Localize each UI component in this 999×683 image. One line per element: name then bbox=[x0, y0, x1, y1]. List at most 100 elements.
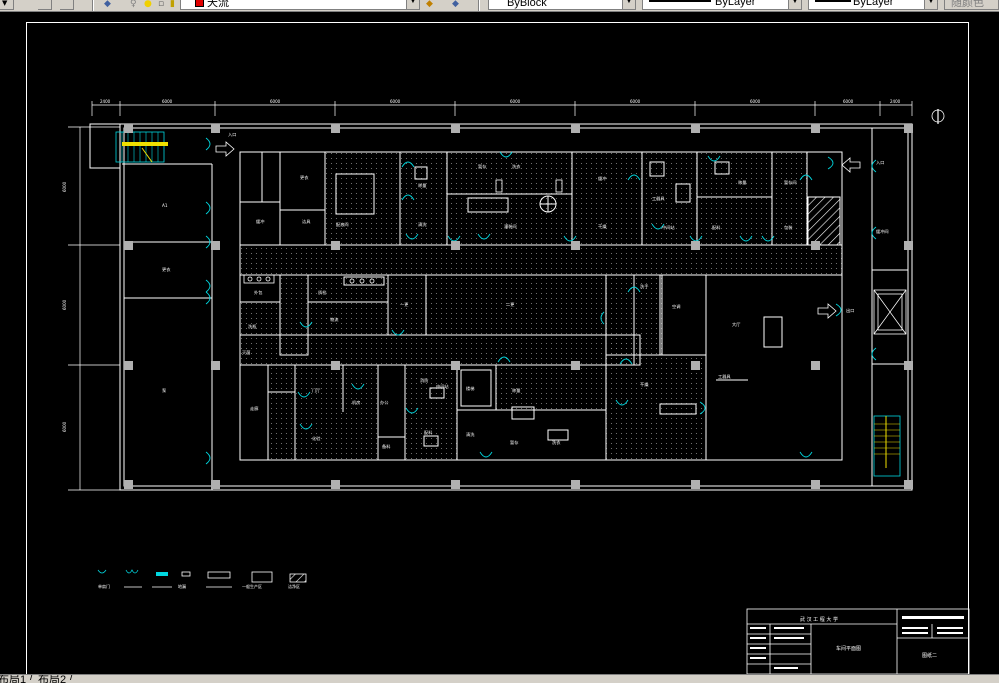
room-label: 洗瓶 bbox=[248, 323, 256, 330]
elevator-shaft bbox=[873, 289, 907, 335]
layer-previous-button[interactable] bbox=[60, 0, 74, 10]
room-label: 暂存间 bbox=[784, 179, 797, 186]
floor-plan: 2400 6000 6000 6000 6000 6000 6000 6000 … bbox=[62, 99, 970, 674]
lock-icon[interactable]: ▮ bbox=[170, 0, 175, 9]
layout-tab-bar: 布局1 / 布局2 / bbox=[0, 674, 999, 683]
room-label: 包装 bbox=[784, 224, 793, 231]
linetype-preview bbox=[649, 0, 711, 2]
lineweight-preview bbox=[815, 0, 851, 2]
room-label: 称量 bbox=[738, 179, 746, 186]
dim-left-label: 6000 bbox=[62, 421, 67, 432]
color-combo[interactable]: ByBlock ▼ bbox=[488, 0, 636, 10]
dim-top-label: 6000 bbox=[270, 99, 281, 104]
room-label: 入口 bbox=[228, 132, 236, 137]
tab-separator: / bbox=[30, 674, 34, 683]
stair-bottom-right bbox=[873, 415, 901, 477]
dim-top-label: 2400 bbox=[890, 99, 901, 104]
properties-toolbar: ▼ ◆ ♀ ● ▫ ▮ 天流 ▼ ◆ ◆ ByBlock ▼ ByLayer ▼… bbox=[0, 0, 999, 12]
dim-top-label: 6000 bbox=[162, 99, 173, 104]
room-label: 配料 bbox=[424, 429, 433, 436]
chevron-down-icon[interactable]: ▼ bbox=[622, 0, 635, 9]
room-label: 门厅 bbox=[312, 387, 320, 394]
tab-layout-2[interactable]: 布局2 bbox=[38, 675, 66, 683]
room-label: 工器具 bbox=[718, 374, 731, 380]
plotstyle-value: 随颜色 bbox=[951, 0, 984, 9]
plotstyle-combo[interactable]: 随颜色 bbox=[944, 0, 999, 10]
chevron-down-icon[interactable]: ▼ bbox=[406, 0, 419, 9]
room-label: 清洗 bbox=[418, 221, 427, 228]
legend-label: 洁净区 bbox=[288, 583, 300, 589]
dim-left-label: 6000 bbox=[62, 181, 67, 192]
layer-name: 天流 bbox=[207, 0, 229, 9]
lineweight-combo[interactable]: ByLayer ▼ bbox=[808, 0, 938, 10]
room-label: 质检 bbox=[318, 289, 327, 296]
layer-combo[interactable]: 天流 ▼ bbox=[180, 0, 420, 10]
room-label: 暂存 bbox=[478, 163, 486, 170]
legend-label: 单扇门 bbox=[98, 583, 110, 589]
room-label: 外包 bbox=[254, 289, 263, 296]
room-label: 泵 bbox=[162, 388, 166, 393]
dim-top-label: 6000 bbox=[510, 99, 521, 104]
legend-label: 地漏 bbox=[178, 583, 186, 589]
drawing-canvas[interactable]: 2400 6000 6000 6000 6000 6000 6000 6000 … bbox=[0, 12, 999, 675]
room-label: 洁具 bbox=[302, 218, 311, 225]
chevron-down-icon[interactable]: ▼ bbox=[788, 0, 801, 9]
dim-top-label: 6000 bbox=[843, 99, 854, 104]
room-label: 楼梯 bbox=[466, 385, 474, 392]
visibility-icon[interactable]: ♀ bbox=[130, 0, 137, 9]
dim-top-label: 2400 bbox=[100, 99, 111, 104]
legend: 单扇门 地漏 一般生产区 洁净区 bbox=[97, 569, 307, 589]
room-label: 大厅 bbox=[732, 321, 740, 328]
clean-zone-fill bbox=[239, 151, 843, 461]
tab-separator: / bbox=[70, 674, 74, 683]
make-current-icon[interactable]: ◆ bbox=[426, 0, 433, 9]
room-label: 办公 bbox=[380, 399, 389, 406]
lineweight-value: ByLayer bbox=[853, 0, 894, 8]
room-label: 更衣 bbox=[162, 266, 171, 273]
linetype-value: ByLayer bbox=[715, 0, 756, 8]
title-block-school: 武 汉 工 程 大 学 bbox=[800, 616, 838, 623]
dim-left-label: 6000 bbox=[62, 299, 67, 310]
room-label: 中间站 bbox=[436, 383, 449, 390]
room-label: 空调 bbox=[672, 303, 680, 310]
hatched-room bbox=[807, 196, 841, 246]
title-block-drawing-number: 图纸二 bbox=[922, 652, 937, 659]
room-label: 化验 bbox=[312, 435, 321, 442]
room-label: 机房 bbox=[352, 399, 360, 406]
room-label: 暂存 bbox=[510, 439, 518, 446]
room-label: 物流 bbox=[330, 316, 339, 323]
dim-top-label: 6000 bbox=[390, 99, 401, 104]
room-label: 配料 bbox=[712, 224, 721, 231]
room-label: 消防 bbox=[420, 377, 428, 384]
layers-icon[interactable]: ◆ bbox=[104, 0, 111, 9]
color-value: ByBlock bbox=[507, 0, 547, 9]
room-label: 缓冲 bbox=[598, 175, 606, 182]
room-label: 称量 bbox=[418, 182, 426, 189]
room-label: A1 bbox=[162, 203, 168, 208]
room-label: 干燥 bbox=[640, 381, 649, 388]
room-label: 灭菌 bbox=[242, 349, 250, 356]
room-label: 清洗 bbox=[466, 431, 475, 438]
room-label: 中间站 bbox=[662, 224, 675, 231]
layer-manager-icon[interactable]: ◆ bbox=[452, 0, 459, 9]
chevron-down-icon[interactable]: ▼ bbox=[924, 0, 937, 9]
viewport-freeze-icon[interactable]: ▫ bbox=[158, 0, 164, 9]
linetype-combo[interactable]: ByLayer ▼ bbox=[642, 0, 802, 10]
layer-color-swatch bbox=[195, 0, 204, 7]
north-arrow bbox=[931, 109, 945, 124]
top-dimension-chain bbox=[91, 101, 913, 116]
room-label: 洗手 bbox=[640, 283, 648, 290]
room-label: 配液间 bbox=[336, 221, 349, 228]
match-properties-button[interactable] bbox=[38, 0, 52, 10]
layer-dropdown-arrow[interactable]: ▼ bbox=[0, 0, 14, 10]
title-block-drawing-title: 车间平面图 bbox=[836, 645, 861, 652]
room-label: 更衣 bbox=[300, 174, 309, 181]
tab-layout-1[interactable]: 布局1 bbox=[0, 675, 26, 683]
freeze-sun-icon[interactable]: ● bbox=[144, 0, 152, 9]
dim-top-label: 6000 bbox=[630, 99, 641, 104]
room-label: 出口 bbox=[846, 307, 854, 314]
room-label: 洗衣 bbox=[512, 163, 521, 170]
room-label: 灌装间 bbox=[504, 223, 517, 230]
room-label: 干燥 bbox=[598, 223, 607, 230]
room-label: 缓冲 bbox=[256, 218, 264, 225]
